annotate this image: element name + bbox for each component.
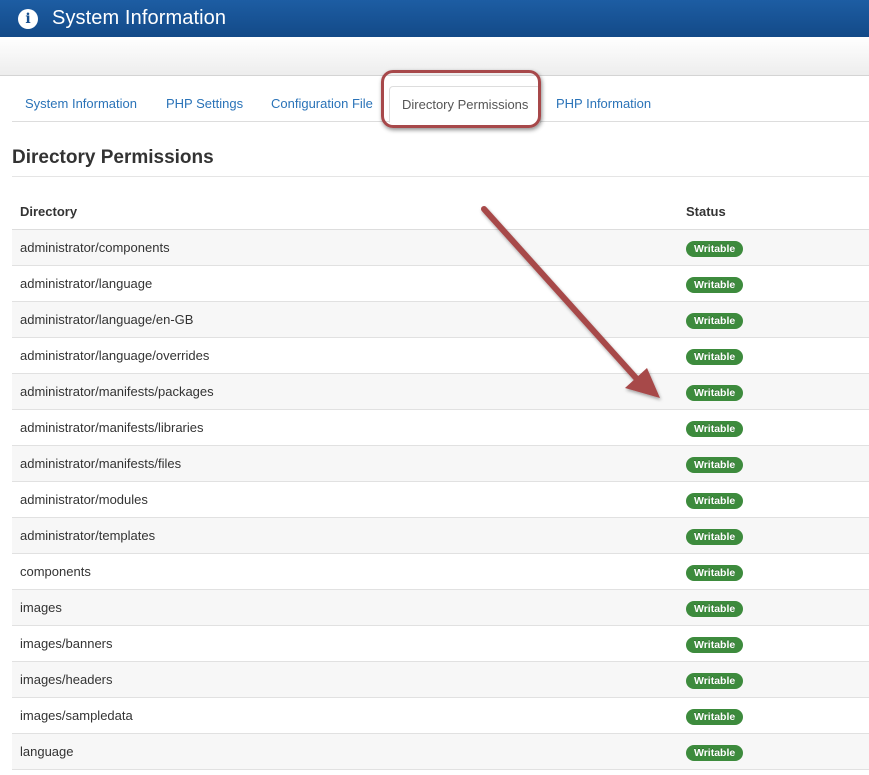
status-cell: Writable	[678, 671, 869, 689]
status-cell: Writable	[678, 635, 869, 653]
directory-path: images/headers	[20, 672, 113, 687]
page-header: i System Information	[0, 0, 869, 37]
directory-path: administrator/language	[20, 276, 153, 291]
status-cell: Writable	[678, 275, 869, 293]
tab-directory-permissions[interactable]: Directory Permissions	[389, 86, 542, 123]
status-cell: Writable	[678, 239, 869, 257]
directory-path: administrator/components	[20, 240, 170, 255]
table-row: images Writable	[12, 590, 869, 626]
tab-bar: System Information PHP Settings Configur…	[12, 86, 869, 123]
directory-path: images/banners	[20, 636, 113, 651]
table-row: administrator/manifests/libraries Writabl…	[12, 410, 869, 446]
directory-path: images/sampledata	[20, 708, 133, 723]
table-row: administrator/language/en-GB Writable	[12, 302, 869, 338]
status-cell: Writable	[678, 347, 869, 365]
status-badge: Writable	[686, 240, 744, 257]
status-badge: Writable	[686, 672, 744, 689]
table-row: administrator/language Writable	[12, 266, 869, 302]
tab-system-information[interactable]: System Information	[25, 86, 137, 122]
status-cell: Writable	[678, 743, 869, 761]
section-divider	[12, 176, 869, 177]
toolbar	[0, 37, 869, 76]
table-body: administrator/components Writable administ…	[12, 230, 869, 770]
table-row: images/banners Writable	[12, 626, 869, 662]
directory-path: administrator/language/en-GB	[20, 312, 194, 327]
status-badge: Writable	[686, 600, 744, 617]
table-row: administrator/modules Writable	[12, 482, 869, 518]
directory-path: administrator/manifests/libraries	[20, 420, 204, 435]
status-badge: Writable	[686, 348, 744, 365]
directory-path: administrator/modules	[20, 492, 148, 507]
tab-configuration-file[interactable]: Configuration File	[271, 86, 373, 122]
directory-path: administrator/templates	[20, 528, 156, 543]
table-row: administrator/language/overrides Writable	[12, 338, 869, 374]
column-header-directory: Directory	[20, 204, 78, 219]
status-cell: Writable	[678, 491, 869, 509]
status-badge: Writable	[686, 636, 744, 653]
column-header-status: Status	[686, 204, 726, 219]
status-cell: Writable	[678, 419, 869, 437]
table-row: administrator/templates Writable	[12, 518, 869, 554]
directory-path: images	[20, 600, 62, 615]
status-badge: Writable	[686, 564, 744, 581]
status-badge: Writable	[686, 312, 744, 329]
status-cell: Writable	[678, 599, 869, 617]
status-badge: Writable	[686, 420, 744, 437]
tab-php-settings[interactable]: PHP Settings	[166, 86, 243, 122]
status-badge: Writable	[686, 384, 744, 401]
status-badge: Writable	[686, 276, 744, 293]
status-cell: Writable	[678, 527, 869, 545]
section-title: Directory Permissions	[12, 147, 214, 168]
directory-path: administrator/language/overrides	[20, 348, 210, 363]
table-row: components Writable	[12, 554, 869, 590]
permissions-table: Directory Status administrator/component…	[12, 194, 869, 770]
status-cell: Writable	[678, 563, 869, 581]
table-row: images/headers Writable	[12, 662, 869, 698]
status-badge: Writable	[686, 492, 744, 509]
table-row: administrator/manifests/packages Writable	[12, 374, 869, 410]
status-badge: Writable	[686, 744, 744, 761]
directory-path: administrator/manifests/files	[20, 456, 182, 471]
tab-php-information[interactable]: PHP Information	[556, 86, 651, 122]
directory-path: components	[20, 564, 91, 579]
status-badge: Writable	[686, 456, 744, 473]
status-cell: Writable	[678, 383, 869, 401]
status-cell: Writable	[678, 455, 869, 473]
status-cell: Writable	[678, 311, 869, 329]
directory-path: administrator/manifests/packages	[20, 384, 214, 399]
directory-path: language	[20, 744, 74, 759]
table-row: administrator/manifests/files Writable	[12, 446, 869, 482]
info-icon: i	[18, 8, 38, 29]
page-title: System Information	[52, 7, 227, 29]
table-row: language Writable	[12, 734, 869, 770]
table-row: images/sampledata Writable	[12, 698, 869, 734]
table-row: administrator/components Writable	[12, 230, 869, 266]
status-badge: Writable	[686, 708, 744, 725]
status-badge: Writable	[686, 528, 744, 545]
table-header: Directory Status	[12, 194, 869, 230]
status-cell: Writable	[678, 707, 869, 725]
